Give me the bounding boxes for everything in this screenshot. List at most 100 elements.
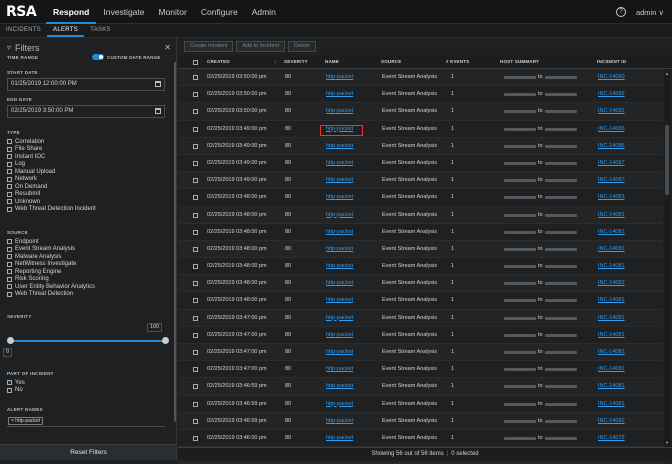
column-created[interactable]: CREATED xyxy=(207,55,230,69)
source-option[interactable]: Risk Scoring xyxy=(7,276,95,284)
custom-date-range-toggle[interactable] xyxy=(92,54,104,60)
incident-id-link[interactable]: INC-14091 xyxy=(598,103,625,120)
incident-id-link[interactable]: INC-14086 xyxy=(598,121,625,138)
alert-name-link[interactable]: http-packet xyxy=(326,413,353,430)
incident-id-link[interactable]: INC-14081 xyxy=(598,378,625,395)
source-option[interactable]: Event Stream Analysis xyxy=(7,246,95,254)
checkbox[interactable] xyxy=(7,161,12,167)
alert-name-link[interactable]: http-packet xyxy=(326,207,353,224)
row-checkbox[interactable] xyxy=(193,212,198,218)
severity-slider-track[interactable] xyxy=(10,340,166,342)
alert-name-tag[interactable]: × http-packet xyxy=(8,417,44,425)
help-icon[interactable]: ? xyxy=(615,7,626,17)
table-row[interactable]: 02/25/2019 03:49:00 pm 80 http-packet Event… xyxy=(178,121,663,138)
row-checkbox[interactable] xyxy=(193,126,198,132)
alert-name-link[interactable]: http-packet xyxy=(326,86,353,103)
row-checkbox[interactable] xyxy=(193,246,198,252)
source-option[interactable]: Malware Analysis xyxy=(7,253,95,261)
incident-id-link[interactable]: INC-14081 xyxy=(598,241,625,258)
checkbox[interactable] xyxy=(7,387,12,393)
incident-id-link[interactable]: INC-14081 xyxy=(598,258,625,275)
column-events[interactable]: # EVENTS xyxy=(446,55,469,69)
checkbox[interactable] xyxy=(7,154,12,160)
row-checkbox[interactable] xyxy=(193,178,198,184)
nav-respond[interactable]: Respond xyxy=(46,0,97,24)
checkbox[interactable] xyxy=(7,206,12,212)
part-of-incident-yes[interactable]: ✓ Yes xyxy=(7,379,25,387)
incident-id-link[interactable]: INC-14081 xyxy=(598,224,625,241)
severity-min-handle[interactable] xyxy=(7,337,14,344)
create-incident-button[interactable]: Create Incident xyxy=(184,40,234,52)
alert-name-link[interactable]: http-packet xyxy=(326,138,353,155)
incident-id-link[interactable]: INC-14081 xyxy=(598,361,625,378)
alert-name-link[interactable]: http-packet xyxy=(326,103,353,120)
start-date-input[interactable]: 01/25/2019 12:00:00 PM xyxy=(7,78,165,91)
checkbox[interactable] xyxy=(7,176,12,182)
nav-admin[interactable]: Admin xyxy=(245,0,283,24)
table-row[interactable]: 02/25/2019 03:50:00 pm 80 http-packet Event… xyxy=(178,86,663,104)
type-option[interactable]: Instant IOC xyxy=(7,153,96,161)
table-row[interactable]: 02/25/2019 03:46:00 pm 80 http-packet Event… xyxy=(178,430,663,448)
alert-name-link[interactable]: http-packet xyxy=(326,189,353,206)
table-row[interactable]: 02/25/2019 03:47:00 pm 80 http-packet Event… xyxy=(178,309,663,327)
source-option[interactable]: Reporting Engine xyxy=(7,268,95,276)
nav-configure[interactable]: Configure xyxy=(194,0,245,24)
alert-name-link[interactable]: http-packet xyxy=(326,430,353,447)
incident-id-link[interactable]: INC-14081 xyxy=(598,292,625,309)
row-checkbox[interactable] xyxy=(193,264,198,270)
type-option[interactable]: Log xyxy=(7,161,96,169)
table-row[interactable]: 02/25/2019 03:49:00 pm 80 http-packet Event… xyxy=(178,137,663,155)
alert-name-link[interactable]: http-packet xyxy=(326,327,353,344)
table-row[interactable]: 02/25/2019 03:48:00 pm 80 http-packet Event… xyxy=(178,224,663,241)
alert-name-link[interactable]: http-packet xyxy=(326,155,353,172)
close-icon[interactable]: ✕ xyxy=(164,43,171,52)
type-option[interactable]: Manual Upload xyxy=(7,168,96,176)
incident-id-link[interactable]: INC-14083 xyxy=(598,189,625,206)
row-checkbox[interactable] xyxy=(193,75,198,80)
row-checkbox[interactable] xyxy=(193,367,198,373)
table-row[interactable]: 02/25/2019 03:48:00 pm 80 http-packet Event… xyxy=(178,258,663,276)
checkbox[interactable] xyxy=(7,239,12,245)
scroll-down-arrow-icon[interactable]: ▼ xyxy=(665,440,669,445)
table-scrollbar[interactable] xyxy=(664,69,670,447)
incident-id-link[interactable]: INC-14081 xyxy=(598,310,625,327)
column-name[interactable]: NAME xyxy=(325,55,339,69)
alert-name-link[interactable]: http-packet xyxy=(326,258,353,275)
checkbox[interactable] xyxy=(7,246,12,252)
calendar-icon[interactable] xyxy=(155,81,161,87)
calendar-icon[interactable] xyxy=(155,108,161,114)
table-row[interactable]: 02/25/2019 03:46:59 pm 80 http-packet Event… xyxy=(178,396,663,413)
tab-incidents[interactable]: INCIDENTS xyxy=(0,24,47,37)
alert-name-link[interactable]: http-packet xyxy=(326,172,353,189)
source-option[interactable]: User Entity Behavior Analytics xyxy=(7,283,95,291)
row-checkbox[interactable] xyxy=(193,143,198,149)
row-checkbox[interactable] xyxy=(193,384,198,390)
table-row[interactable]: 02/25/2019 03:46:59 pm 80 http-packet Event… xyxy=(178,412,663,430)
alert-name-link[interactable]: http-packet xyxy=(326,224,353,241)
tab-alerts[interactable]: ALERTS xyxy=(47,24,85,37)
checkbox-checked[interactable]: ✓ xyxy=(7,380,12,386)
incident-id-link[interactable]: INC-14087 xyxy=(598,172,625,189)
incident-id-link[interactable]: INC-14081 xyxy=(598,396,625,413)
table-row[interactable]: 02/25/2019 03:46:59 pm 80 http-packet Event… xyxy=(178,378,663,396)
row-checkbox[interactable] xyxy=(193,160,198,166)
incident-id-link[interactable]: INC-14087 xyxy=(598,155,625,172)
type-option[interactable]: Unknown xyxy=(7,198,96,206)
row-checkbox[interactable] xyxy=(193,298,198,304)
sort-arrow-icon[interactable]: ↓ xyxy=(274,55,276,69)
type-option[interactable]: On Demand xyxy=(7,183,96,191)
checkbox[interactable] xyxy=(7,169,12,175)
row-checkbox[interactable] xyxy=(193,435,198,441)
alert-name-link[interactable]: http-packet xyxy=(326,241,353,258)
checkbox[interactable] xyxy=(7,291,12,297)
incident-id-link[interactable]: INC-14079 xyxy=(598,430,625,447)
table-row[interactable]: 02/25/2019 03:50:00 pm 80 http-packet Event… xyxy=(178,103,663,121)
checkbox[interactable] xyxy=(7,199,12,205)
user-menu[interactable]: admin ∨ xyxy=(636,8,664,17)
row-checkbox[interactable] xyxy=(193,229,198,235)
checkbox[interactable] xyxy=(7,191,12,197)
incident-id-link[interactable]: INC-14081 xyxy=(598,207,625,224)
type-option[interactable]: Correlation xyxy=(7,138,96,146)
nav-investigate[interactable]: Investigate xyxy=(96,0,151,24)
row-checkbox[interactable] xyxy=(193,109,198,115)
